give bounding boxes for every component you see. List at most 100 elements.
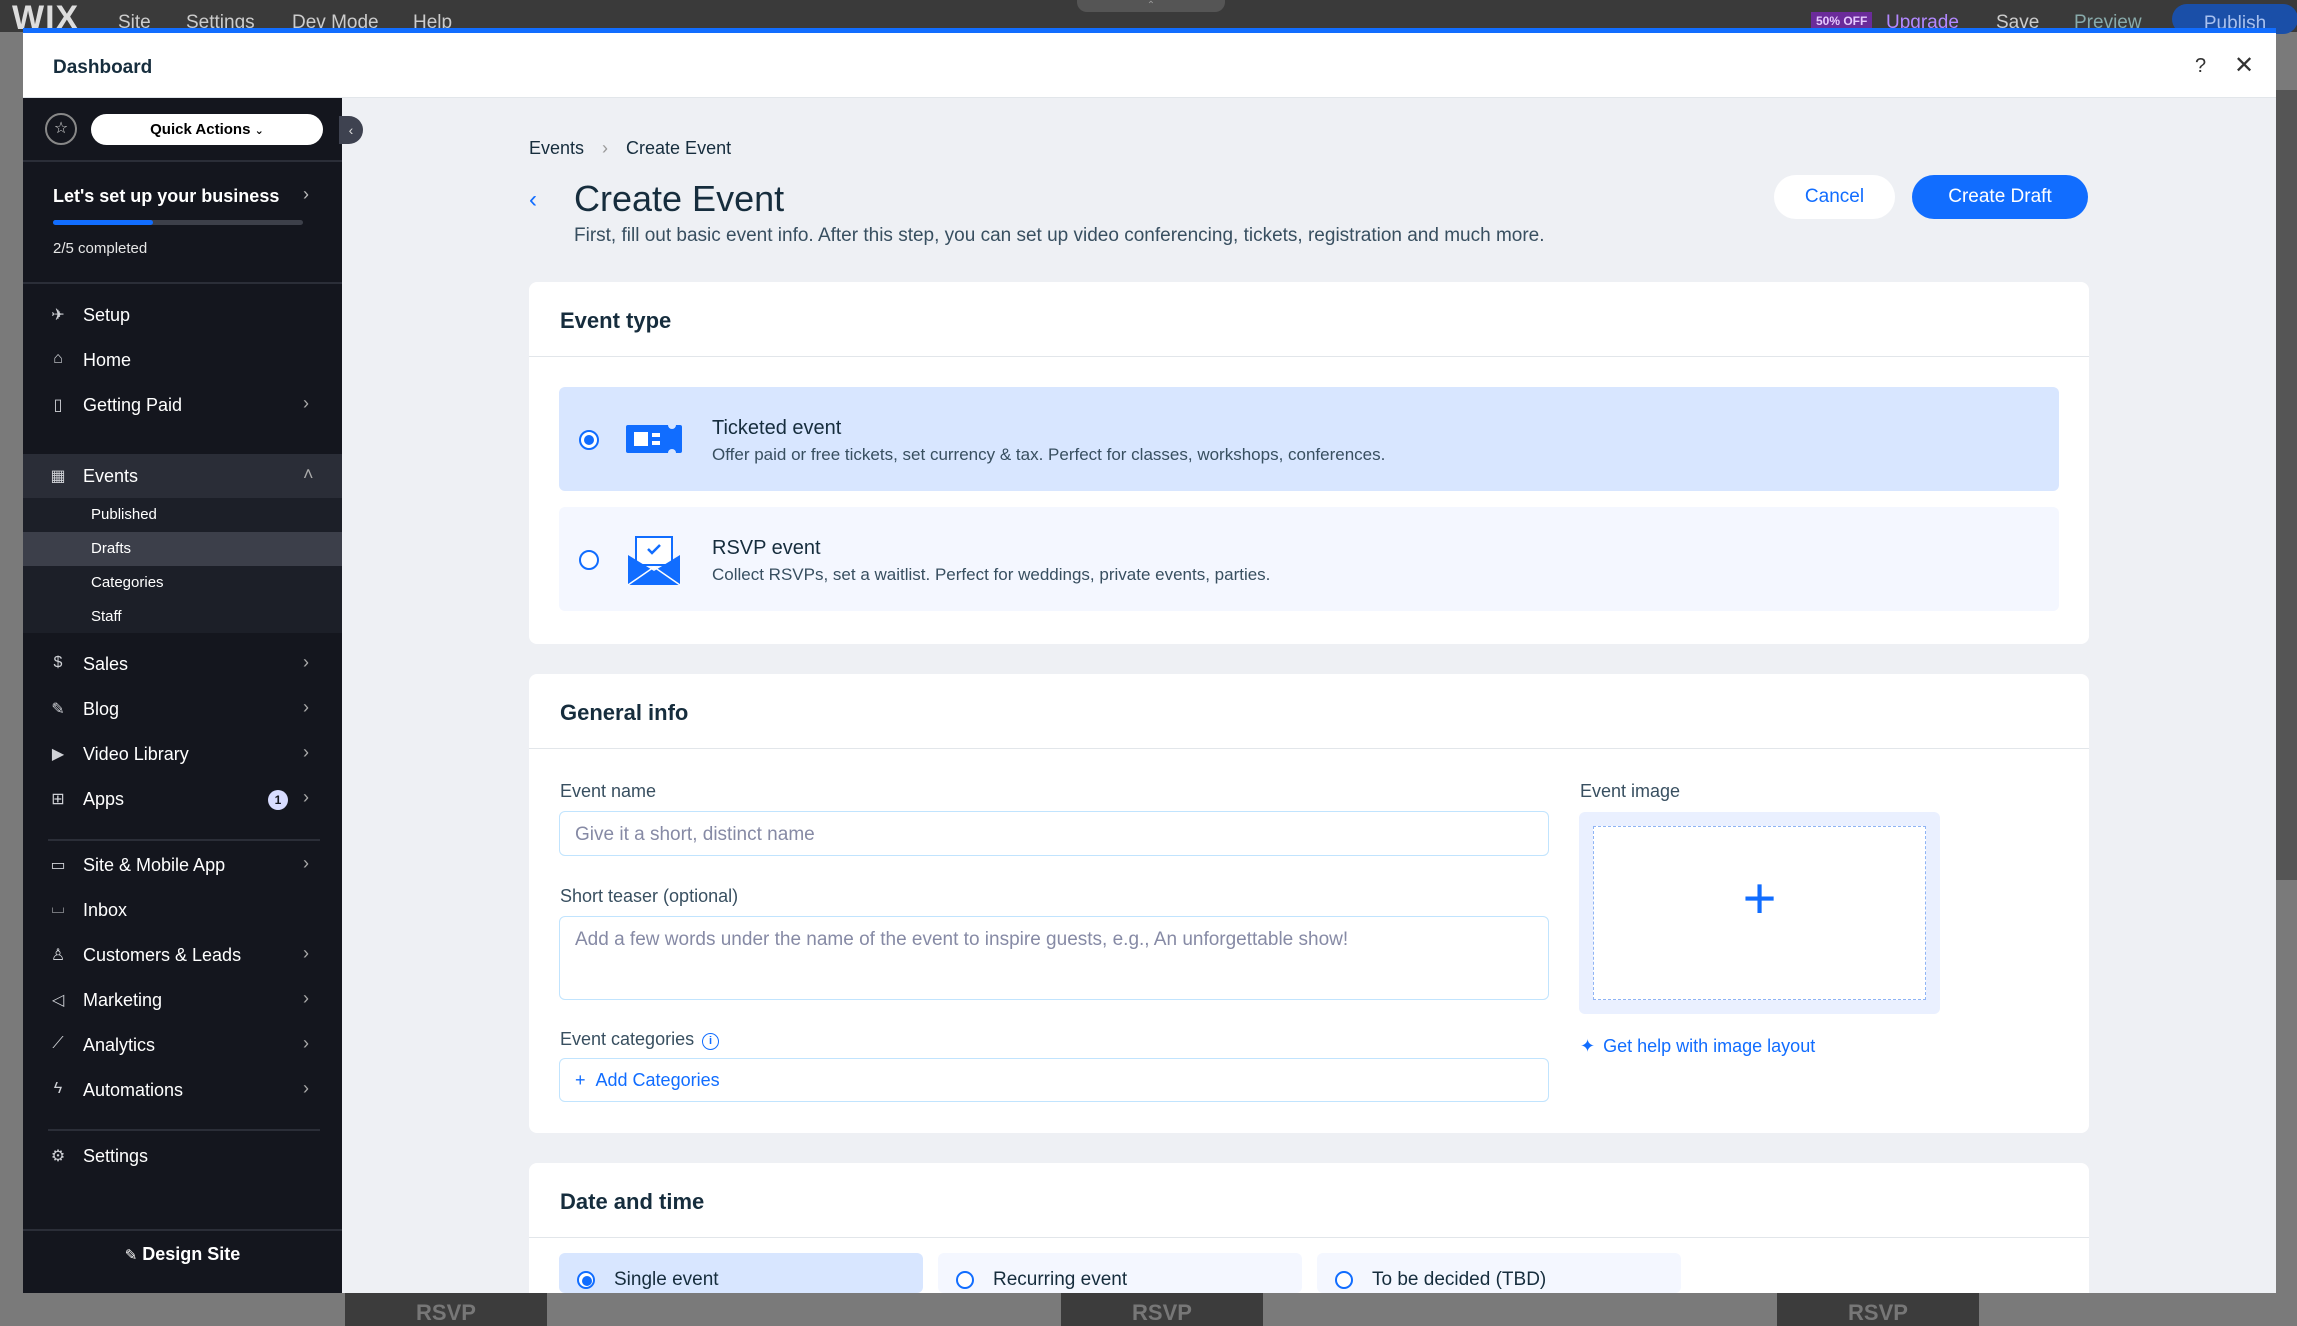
sidebar-item-label: Apps (83, 789, 125, 809)
breadcrumb-current: Create Event (626, 138, 732, 158)
radio-selected[interactable] (577, 1271, 595, 1289)
sidebar-item-label: Setup (83, 305, 131, 325)
main-content: Events › Create Event ‹ Create Event First… (342, 98, 2276, 1293)
image-help-link[interactable]: ✦ Get help with image layout (1580, 1036, 1815, 1057)
section-title: General info (560, 700, 689, 725)
sidebar-item-settings[interactable]: ⚙ Settings (23, 1134, 342, 1178)
close-icon[interactable]: ✕ (2234, 51, 2254, 80)
sidebar-item-video-library[interactable]: ▶ Video Library › (23, 732, 342, 776)
setup-progress-text: 2/5 completed (53, 240, 148, 257)
sidebar-item-label: Inbox (83, 900, 128, 920)
sidebar-item-marketing[interactable]: ◁ Marketing › (23, 978, 342, 1022)
plus-icon: + (1742, 866, 1777, 931)
create-draft-button[interactable]: Create Draft (1912, 175, 2088, 219)
chevron-right-icon: › (303, 988, 309, 1008)
sidebar-sub-drafts[interactable]: Drafts (23, 532, 342, 566)
sidebar-item-label: Marketing (83, 990, 163, 1010)
quick-actions-button[interactable]: Quick Actions ⌄ (91, 114, 323, 145)
add-categories-label: Add Categories (595, 1070, 720, 1090)
rocket-icon: ✈ (51, 307, 65, 324)
home-icon: ⌂ (53, 350, 63, 367)
page-title: Create Event (574, 178, 785, 219)
sidebar-item-label: Customers & Leads (83, 945, 242, 965)
window-header: Dashboard ? ✕ (23, 33, 2276, 98)
divider (529, 1237, 2089, 1238)
star-icon[interactable]: ☆ (45, 113, 77, 145)
megaphone-icon: ◁ (51, 992, 65, 1009)
radio-unselected[interactable] (1335, 1271, 1353, 1289)
setup-title[interactable]: Let's set up your business (53, 186, 279, 207)
sidebar-item-apps[interactable]: ⊞ Apps 1 › (23, 777, 342, 821)
sidebar-item-setup[interactable]: ✈ Setup (23, 293, 342, 337)
short-teaser-label: Short teaser (optional) (560, 886, 739, 906)
setup-progress-fill (53, 220, 153, 225)
event-name-label: Event name (560, 781, 657, 801)
sidebar-item-label: Analytics (83, 1035, 156, 1055)
divider (48, 1129, 320, 1131)
sidebar-item-site-mobile-app[interactable]: ▭ Site & Mobile App › (23, 843, 342, 887)
help-icon[interactable]: ? (2195, 55, 2206, 78)
divider (23, 282, 342, 284)
event-categories-label-text: Event categories (560, 1029, 695, 1049)
event-type-card: Event type Ticketed event Offer paid or … (529, 282, 2089, 644)
sidebar-sub-categories[interactable]: Categories (23, 566, 342, 600)
rsvp-event-option[interactable]: RSVP event Collect RSVPs, set a waitlist… (559, 507, 2059, 611)
sidebar-item-analytics[interactable]: ⟋ Analytics › (23, 1023, 342, 1067)
tbd-option[interactable]: To be decided (TBD) (1317, 1253, 1681, 1293)
pen-icon: ✎ (51, 701, 65, 718)
sidebar-item-customers-leads[interactable]: ♙ Customers & Leads › (23, 933, 342, 977)
sidebar-item-label: Events (83, 466, 139, 486)
breadcrumb-events[interactable]: Events (529, 138, 584, 158)
sidebar-item-sales[interactable]: $ Sales › (23, 642, 342, 686)
breadcrumb: Events › Create Event (529, 138, 731, 159)
chevron-right-icon: › (602, 138, 609, 158)
chevron-right-icon: › (303, 697, 309, 717)
cancel-button[interactable]: Cancel (1774, 175, 1895, 219)
editor-scrollbar[interactable] (2275, 90, 2297, 880)
sidebar-sub-label: Categories (91, 574, 164, 591)
sidebar-sub-label: Drafts (91, 540, 132, 557)
sidebar-item-getting-paid[interactable]: ▯ Getting Paid › (23, 383, 342, 427)
design-site-button[interactable]: ✎ Design Site (23, 1229, 342, 1293)
image-dropzone[interactable]: + (1593, 826, 1926, 1000)
bolt-icon: ϟ (53, 1080, 63, 1097)
section-title: Date and time (560, 1189, 705, 1214)
sidebar-item-automations[interactable]: ϟ Automations › (23, 1068, 342, 1112)
add-categories-button[interactable]: + Add Categories (559, 1058, 1549, 1102)
sidebar-sub-label: Published (91, 506, 157, 523)
chevron-right-icon: › (303, 1033, 309, 1053)
event-image-upload[interactable]: + (1579, 812, 1940, 1014)
chart-icon: ⟋ (52, 1035, 64, 1052)
sidebar-sub-published[interactable]: Published (23, 498, 342, 532)
sidebar-item-home[interactable]: ⌂ Home (23, 338, 342, 382)
sidebar-item-inbox[interactable]: ⌴ Inbox (23, 888, 342, 932)
chevron-right-icon: › (303, 652, 309, 672)
radio-unselected[interactable] (579, 550, 599, 570)
apps-icon: ⊞ (51, 791, 65, 808)
chevron-up-icon: ˄ (303, 464, 314, 484)
sidebar-item-blog[interactable]: ✎ Blog › (23, 687, 342, 731)
short-teaser-textarea[interactable]: Add a few words under the name of the ev… (559, 916, 1549, 1000)
back-arrow-icon[interactable]: ‹ (529, 186, 537, 214)
recurring-event-option[interactable]: Recurring event (938, 1253, 1302, 1293)
radio-selected[interactable] (579, 430, 599, 450)
radio-unselected[interactable] (956, 1271, 974, 1289)
sidebar-item-events[interactable]: ▦ Events ˄ (23, 454, 342, 498)
divider (529, 748, 2089, 749)
event-name-input[interactable]: Give it a short, distinct name (559, 811, 1549, 856)
setup-progress-bar (53, 220, 303, 225)
info-icon[interactable]: i (702, 1033, 720, 1050)
sidebar-item-label: Blog (83, 699, 120, 719)
sparkle-icon: ✦ (1580, 1036, 1596, 1056)
chevron-right-icon: › (303, 393, 309, 413)
inbox-icon: ⌴ (51, 900, 65, 917)
sidebar-sub-staff[interactable]: Staff (23, 600, 342, 634)
single-event-option[interactable]: Single event (559, 1253, 923, 1293)
panel-handle[interactable]: ⌃ (1077, 0, 1225, 12)
rsvp-tile: RSVP (1061, 1293, 1263, 1326)
chevron-right-icon: › (303, 1078, 309, 1098)
envelope-icon (627, 536, 681, 586)
sidebar-item-label: Getting Paid (83, 395, 183, 415)
ticketed-event-option[interactable]: Ticketed event Offer paid or free ticket… (559, 387, 2059, 491)
image-help-label: Get help with image layout (1603, 1036, 1816, 1056)
